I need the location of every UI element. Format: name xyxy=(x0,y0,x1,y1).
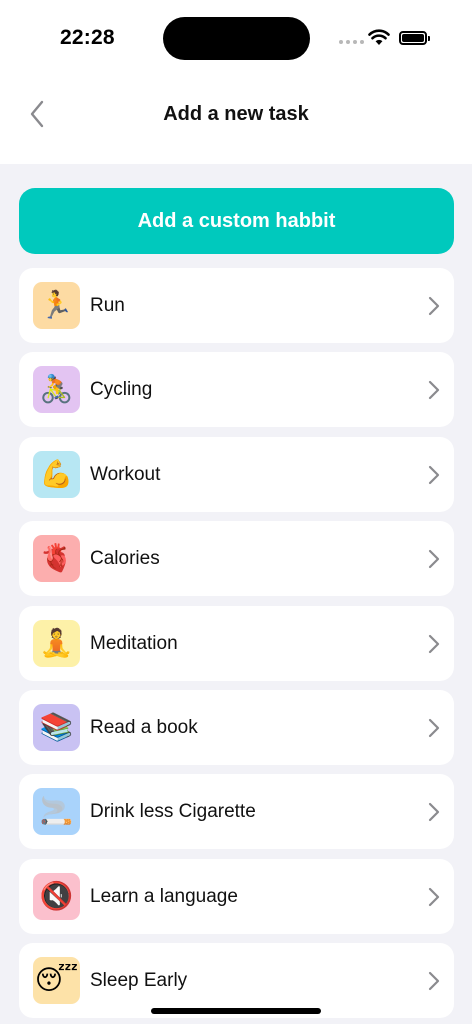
chevron-right-icon xyxy=(428,972,440,991)
task-label: Cycling xyxy=(90,379,153,401)
task-emoji-icon: 🧘 xyxy=(33,619,80,667)
chevron-right-icon xyxy=(428,634,440,653)
task-emoji-icon: 📚 xyxy=(33,703,80,751)
task-label: Meditation xyxy=(90,632,178,654)
task-label: Learn a language xyxy=(90,885,238,907)
task-emoji-icon: 🚬 xyxy=(33,788,80,836)
task-label: Workout xyxy=(90,463,161,485)
add-custom-habit-button[interactable]: Add a custom habbit xyxy=(19,188,454,254)
task-item[interactable]: 🫀 Calories xyxy=(19,521,454,597)
chevron-right-icon xyxy=(428,550,440,569)
chevron-right-icon xyxy=(428,296,440,316)
task-item[interactable]: 🏃 Run xyxy=(19,268,454,343)
task-list: 🏃 Run 🚴 Cycling 💪 Workout 🫀 Calories 🧘 Meditation… xyxy=(19,268,454,1024)
task-item[interactable]: 🔇 Learn a language xyxy=(19,858,454,934)
task-item[interactable]: 🚬 Drink less Cigarette xyxy=(19,774,454,850)
chevron-right-icon xyxy=(428,718,440,738)
chevron-right-icon xyxy=(428,803,440,822)
task-label: Read a book xyxy=(90,716,198,738)
task-emoji-icon: 🔇 xyxy=(33,872,80,920)
task-emoji-icon: 😴 xyxy=(33,957,80,1005)
chevron-right-icon xyxy=(428,465,440,484)
task-item[interactable]: 📚 Read a book xyxy=(19,689,454,765)
home-indicator xyxy=(151,1008,321,1014)
header: 22:28 Add a new task xyxy=(0,0,472,164)
task-label: Sleep Early xyxy=(90,970,188,992)
dynamic-island xyxy=(163,17,310,60)
task-label: Drink less Cigarette xyxy=(90,801,256,823)
task-item[interactable]: 🧘 Meditation xyxy=(19,605,454,681)
task-label: Calories xyxy=(90,548,160,570)
task-emoji-icon: 💪 xyxy=(33,450,80,498)
task-emoji-icon: 🏃 xyxy=(33,282,80,329)
task-item[interactable]: 💪 Workout xyxy=(19,436,454,512)
task-label: Run xyxy=(90,295,125,316)
status-time: 22:28 xyxy=(60,26,115,49)
task-item[interactable]: 🚴 Cycling xyxy=(19,352,454,428)
battery-icon xyxy=(399,31,430,45)
screen: 22:28 Add a new task Add a custom habbit… xyxy=(0,0,472,1024)
wifi-icon xyxy=(368,29,390,45)
cellular-signal-icon xyxy=(339,40,364,44)
page-title: Add a new task xyxy=(163,103,309,125)
task-emoji-icon: 🫀 xyxy=(33,535,80,583)
chevron-right-icon xyxy=(428,381,440,400)
task-item[interactable]: 😴 Sleep Early xyxy=(19,943,454,1019)
task-emoji-icon: 🚴 xyxy=(33,366,80,414)
chevron-right-icon xyxy=(428,887,440,906)
